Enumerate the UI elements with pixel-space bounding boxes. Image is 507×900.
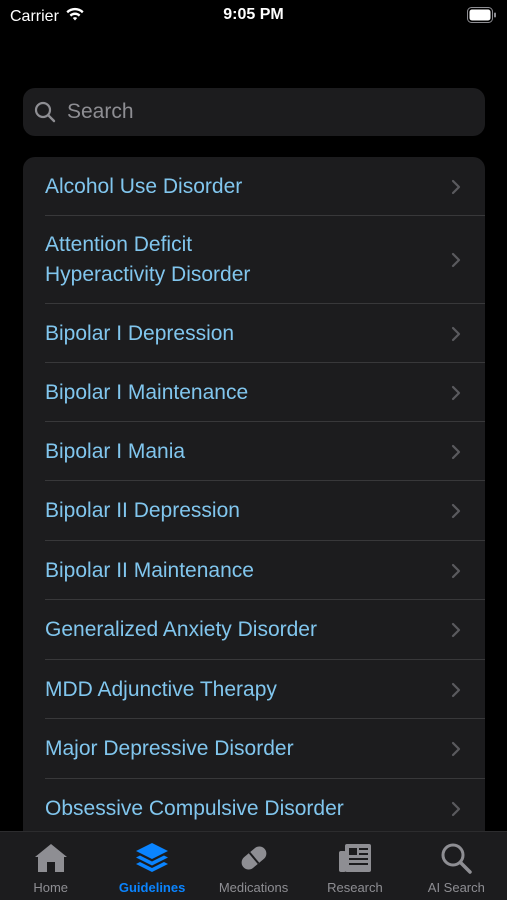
layers-icon <box>133 840 171 876</box>
tab-home[interactable]: Home <box>0 832 101 900</box>
search-icon <box>33 100 57 124</box>
tab-label: AI Search <box>427 880 485 895</box>
chevron-right-icon <box>451 502 463 520</box>
battery-icon <box>467 7 497 28</box>
list-item-major-depressive-disorder[interactable]: Major Depressive Disorder <box>23 719 485 779</box>
tab-label: Guidelines <box>118 880 186 895</box>
list-item-alcohol-use-disorder[interactable]: Alcohol Use Disorder <box>23 157 485 216</box>
list-item-label: Alcohol Use Disorder <box>45 174 243 198</box>
list-item-label-line-1: Attention Deficit <box>45 233 193 256</box>
chevron-right-icon <box>451 178 463 196</box>
list-item-label: Bipolar II Maintenance <box>45 558 254 582</box>
list-item-mdd-adjunctive-therapy[interactable]: MDD Adjunctive Therapy <box>23 660 485 719</box>
tab-bar: Home Guidelines Medications Research AI … <box>0 831 507 900</box>
chevron-right-icon <box>451 562 463 580</box>
app-screen: Carrier 9:05 PM Alcohol Use Disorder <box>0 0 507 900</box>
clock: 9:05 PM <box>223 6 284 23</box>
list-item-bipolar-i-maintenance[interactable]: Bipolar I Maintenance <box>23 363 485 422</box>
tab-label: Home <box>33 880 69 895</box>
search-icon <box>437 840 475 876</box>
status-bar: Carrier 9:05 PM <box>0 0 507 30</box>
chevron-right-icon <box>451 681 463 699</box>
list-item-label: MDD Adjunctive Therapy <box>45 677 277 701</box>
chevron-right-icon <box>451 800 463 818</box>
tab-label: Research <box>327 880 383 895</box>
tab-research[interactable]: Research <box>304 832 405 900</box>
list-item-label: Attention Deficit Hyperactivity Disorder <box>45 230 451 290</box>
pill-icon <box>235 840 273 876</box>
chevron-right-icon <box>451 325 463 343</box>
list-item-label: Bipolar I Mania <box>45 439 186 463</box>
list-item-bipolar-i-mania[interactable]: Bipolar I Mania <box>23 422 485 481</box>
list-item-label: Bipolar I Depression <box>45 321 235 345</box>
tab-ai-search[interactable]: AI Search <box>406 832 507 900</box>
list-item-label: Generalized Anxiety Disorder <box>45 618 317 641</box>
list-item-bipolar-ii-depression[interactable]: Bipolar II Depression <box>23 481 485 541</box>
guidelines-list: Alcohol Use Disorder Attention Deficit H… <box>23 157 485 857</box>
house-icon <box>32 840 70 876</box>
list-item-label: Major Depressive Disorder <box>45 737 294 760</box>
list-item-bipolar-i-depression[interactable]: Bipolar I Depression <box>23 304 485 363</box>
list-item-obsessive-compulsive-disorder[interactable]: Obsessive Compulsive Disorder <box>23 779 485 838</box>
list-item-generalized-anxiety-disorder[interactable]: Generalized Anxiety Disorder <box>23 600 485 660</box>
chevron-right-icon <box>451 740 463 758</box>
chevron-right-icon <box>451 621 463 639</box>
chevron-right-icon <box>451 384 463 402</box>
chevron-right-icon <box>451 443 463 461</box>
list-item-bipolar-ii-maintenance[interactable]: Bipolar II Maintenance <box>23 541 485 600</box>
search-bar[interactable] <box>23 88 485 136</box>
list-item-label: Bipolar II Depression <box>45 499 240 522</box>
list-item-label: Bipolar I Maintenance <box>45 380 249 404</box>
tab-guidelines[interactable]: Guidelines <box>101 832 202 900</box>
tab-label: Medications <box>218 880 289 895</box>
list-item-adhd[interactable]: Attention Deficit Hyperactivity Disorder <box>23 216 485 304</box>
list-item-label: Obsessive Compulsive Disorder <box>45 796 344 820</box>
chevron-right-icon <box>451 251 463 269</box>
tab-medications[interactable]: Medications <box>203 832 304 900</box>
list-item-label-line-2: Hyperactivity Disorder <box>45 263 251 286</box>
newspaper-icon <box>336 840 374 876</box>
search-input[interactable] <box>65 99 485 125</box>
